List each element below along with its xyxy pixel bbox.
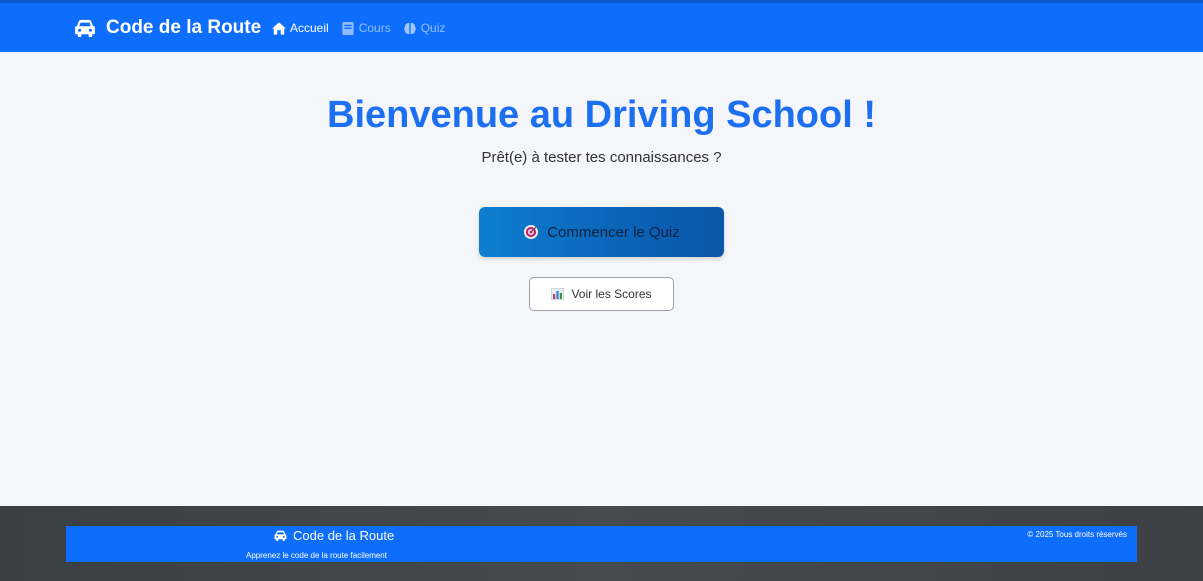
view-scores-label: Voir les Scores [571, 287, 652, 301]
footer-brand: Code de la Route [274, 528, 394, 543]
footer-brand-label: Code de la Route [293, 528, 395, 543]
start-quiz-button[interactable]: Commencer le Quiz [479, 207, 724, 257]
view-scores-button[interactable]: Voir les Scores [529, 277, 674, 311]
home-icon [272, 21, 286, 35]
brain-icon [403, 22, 416, 34]
target-icon [524, 225, 539, 239]
start-quiz-label: Commencer le Quiz [547, 223, 680, 241]
bar-chart-icon [551, 288, 565, 300]
page-footer: Code de la Route Apprenez le code de la … [0, 506, 1203, 581]
nav-link-label: Accueil [290, 21, 329, 35]
footer-copyright: © 2025 Tous droits réservés [1027, 530, 1127, 539]
nav-link-label: Quiz [420, 21, 446, 35]
page-subtitle: Prêt(e) à tester tes connaissances ? [481, 149, 722, 166]
page-title: Bienvenue au Driving School ! [327, 94, 876, 136]
nav-link-cours[interactable]: Cours [341, 21, 391, 35]
nav-link-label: Cours [358, 21, 391, 35]
nav-link-accueil[interactable]: Accueil [272, 21, 329, 35]
car-icon [75, 19, 95, 37]
car-icon [274, 530, 287, 541]
footer-strip: Code de la Route Apprenez le code de la … [66, 526, 1137, 562]
nav-link-quiz[interactable]: Quiz [403, 21, 446, 35]
footer-tagline: Apprenez le code de la route facilement [246, 551, 387, 560]
navbar-brand[interactable]: Code de la Route [74, 17, 261, 39]
book-icon [342, 21, 354, 35]
top-navbar: Code de la Route Accueil Cours Quiz [0, 0, 1203, 52]
nav-links: Accueil Cours Quiz [272, 21, 445, 35]
brand-label: Code de la Route [106, 17, 262, 38]
